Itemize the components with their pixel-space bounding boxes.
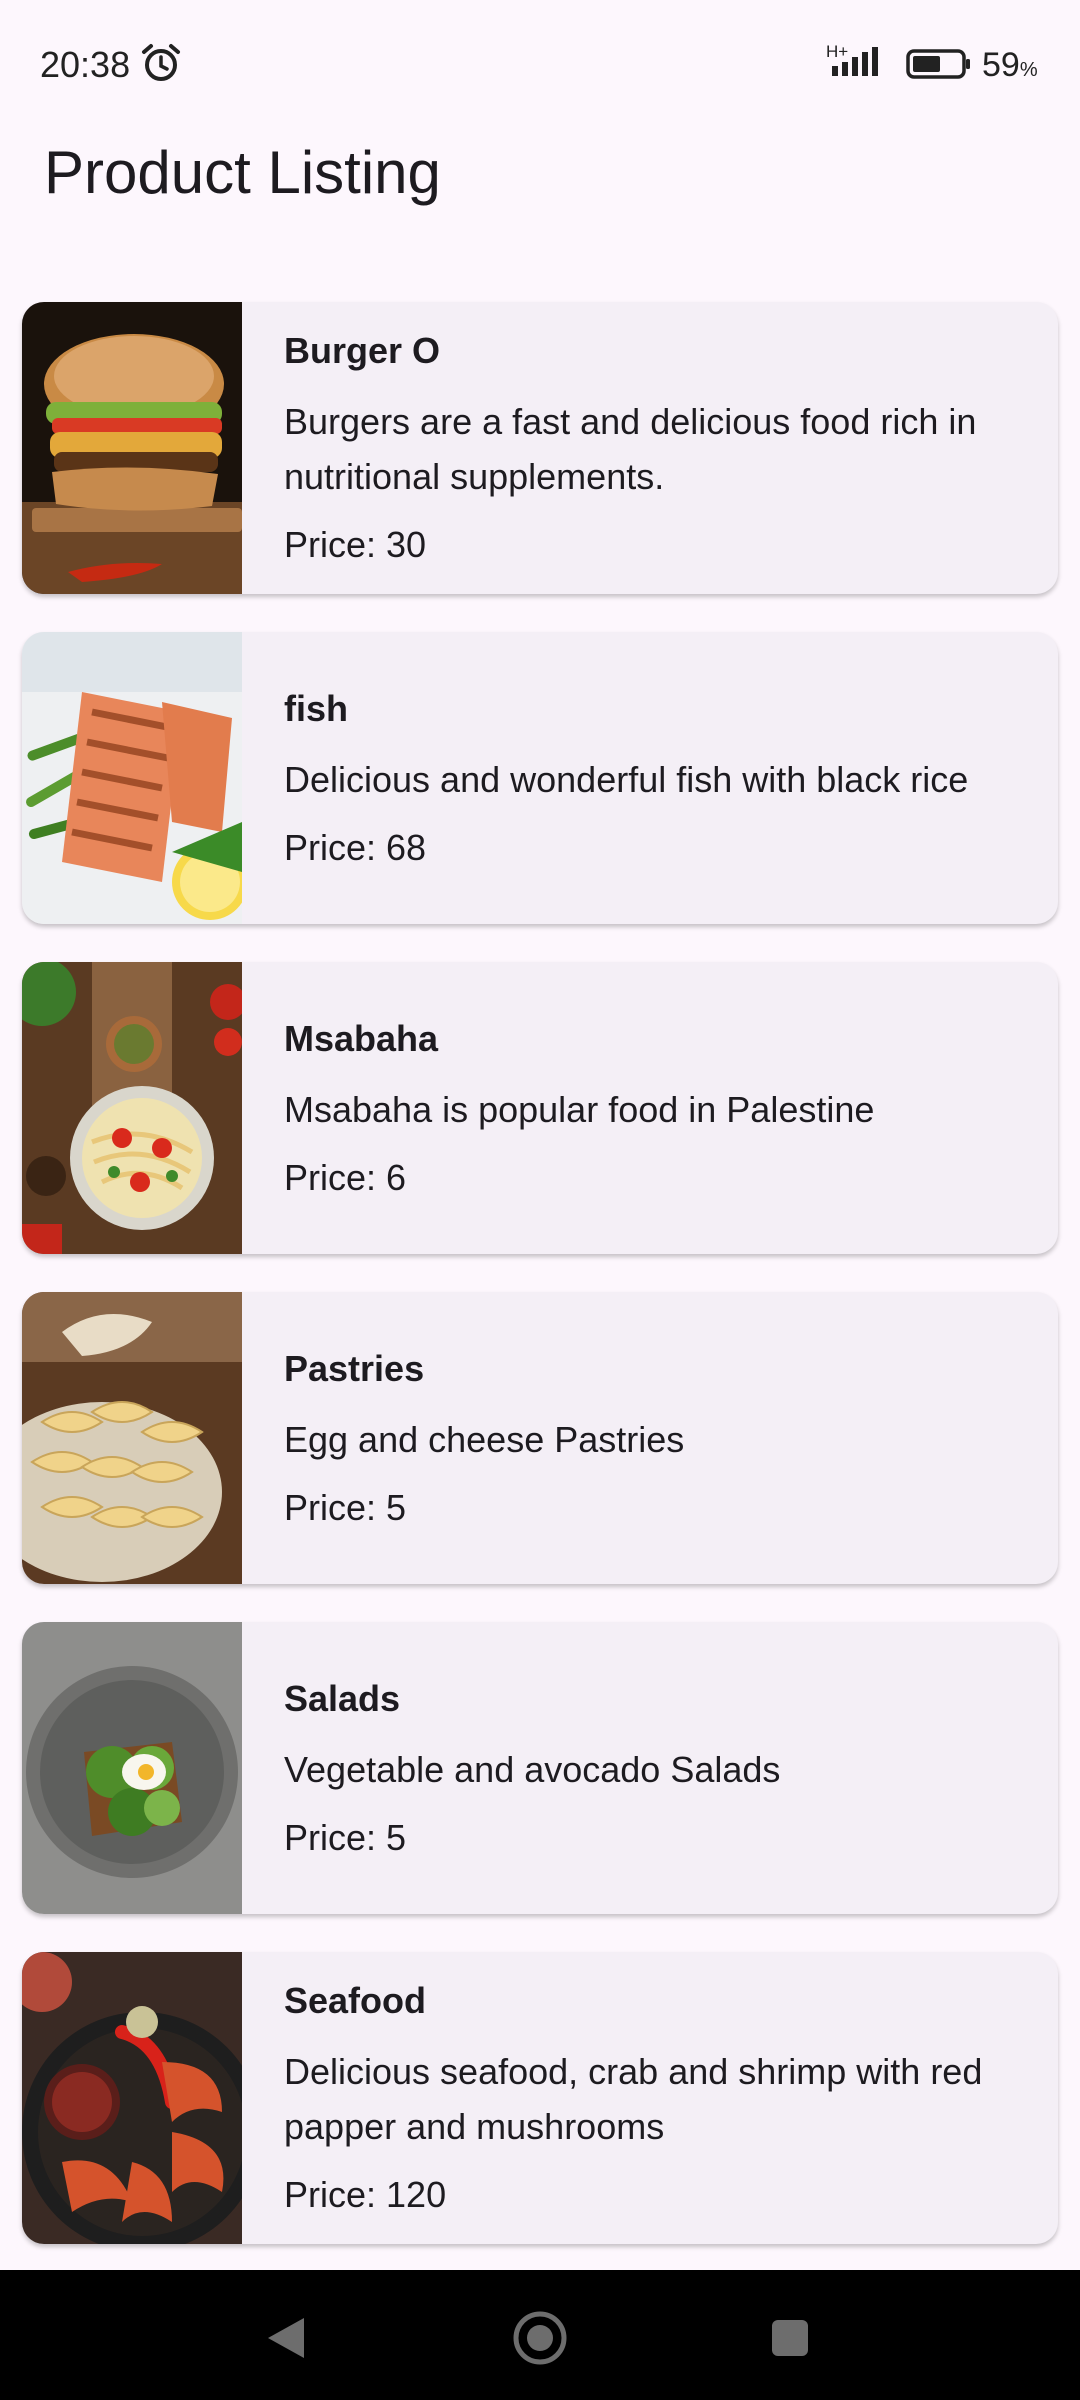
product-price: Price: 120 — [284, 2174, 447, 2215]
burger-image — [22, 302, 242, 594]
product-info: Seafood Delicious seafood, crab and shri… — [284, 1952, 1028, 2244]
product-price: Price: 5 — [284, 1816, 407, 1858]
product-info: Pastries Egg and cheese Pastries Price: … — [284, 1292, 1028, 1584]
product-name: fish — [284, 687, 349, 729]
product-description: Msabaha is popular food in Palestine — [284, 1088, 875, 1130]
product-name: Msabaha — [284, 1017, 439, 1059]
product-price: Price: 5 — [284, 1486, 407, 1528]
product-card[interactable]: fish Delicious and wonderful fish with b… — [22, 632, 1058, 924]
battery-percent: 59% — [982, 46, 1038, 84]
battery-icon — [906, 49, 970, 79]
seafood-image — [22, 1952, 242, 2244]
msabaha-image — [22, 962, 242, 1254]
home-icon[interactable] — [512, 2310, 568, 2366]
alarm-icon — [142, 44, 180, 81]
recents-icon[interactable] — [770, 2318, 810, 2358]
product-name: Pastries — [284, 1347, 425, 1389]
product-description: Vegetable and avocado Salads — [284, 1748, 781, 1790]
product-list[interactable]: Burger O Burgers are a fast and deliciou… — [22, 302, 1058, 2282]
product-info: Msabaha Msabaha is popular food in Pales… — [284, 962, 1028, 1254]
back-icon[interactable] — [264, 2314, 308, 2362]
product-card[interactable]: Burger O Burgers are a fast and deliciou… — [22, 302, 1058, 594]
product-card[interactable]: Pastries Egg and cheese Pastries Price: … — [22, 1292, 1058, 1584]
product-price: Price: 30 — [284, 524, 427, 565]
product-description: Delicious seafood, crab and shrimp with … — [284, 2051, 983, 2147]
product-price: Price: 6 — [284, 1156, 407, 1198]
pastries-image — [22, 1292, 242, 1584]
product-name: Salads — [284, 1677, 401, 1719]
product-description: Egg and cheese Pastries — [284, 1418, 685, 1460]
product-info: Salads Vegetable and avocado Salads Pric… — [284, 1622, 1028, 1914]
product-name: Seafood — [284, 1980, 427, 2021]
product-card[interactable]: Msabaha Msabaha is popular food in Pales… — [22, 962, 1058, 1254]
product-price: Price: 68 — [284, 826, 427, 868]
product-info: fish Delicious and wonderful fish with b… — [284, 632, 1028, 924]
signal-icon — [832, 47, 878, 76]
product-card[interactable]: Salads Vegetable and avocado Salads Pric… — [22, 1622, 1058, 1914]
product-card[interactable]: Seafood Delicious seafood, crab and shri… — [22, 1952, 1058, 2244]
page-title: Product Listing — [44, 139, 441, 206]
status-time: 20:38 — [40, 44, 131, 85]
product-name: Burger O — [284, 330, 441, 371]
status-bar: 20:38 H+ 59% — [0, 0, 1080, 128]
navigation-bar — [0, 2270, 1080, 2400]
fish-image — [22, 632, 242, 924]
salads-image — [22, 1622, 242, 1914]
product-info: Burger O Burgers are a fast and deliciou… — [284, 302, 1028, 594]
product-description: Burgers are a fast and delicious food ri… — [284, 401, 977, 497]
product-description: Delicious and wonderful fish with black … — [284, 758, 969, 800]
